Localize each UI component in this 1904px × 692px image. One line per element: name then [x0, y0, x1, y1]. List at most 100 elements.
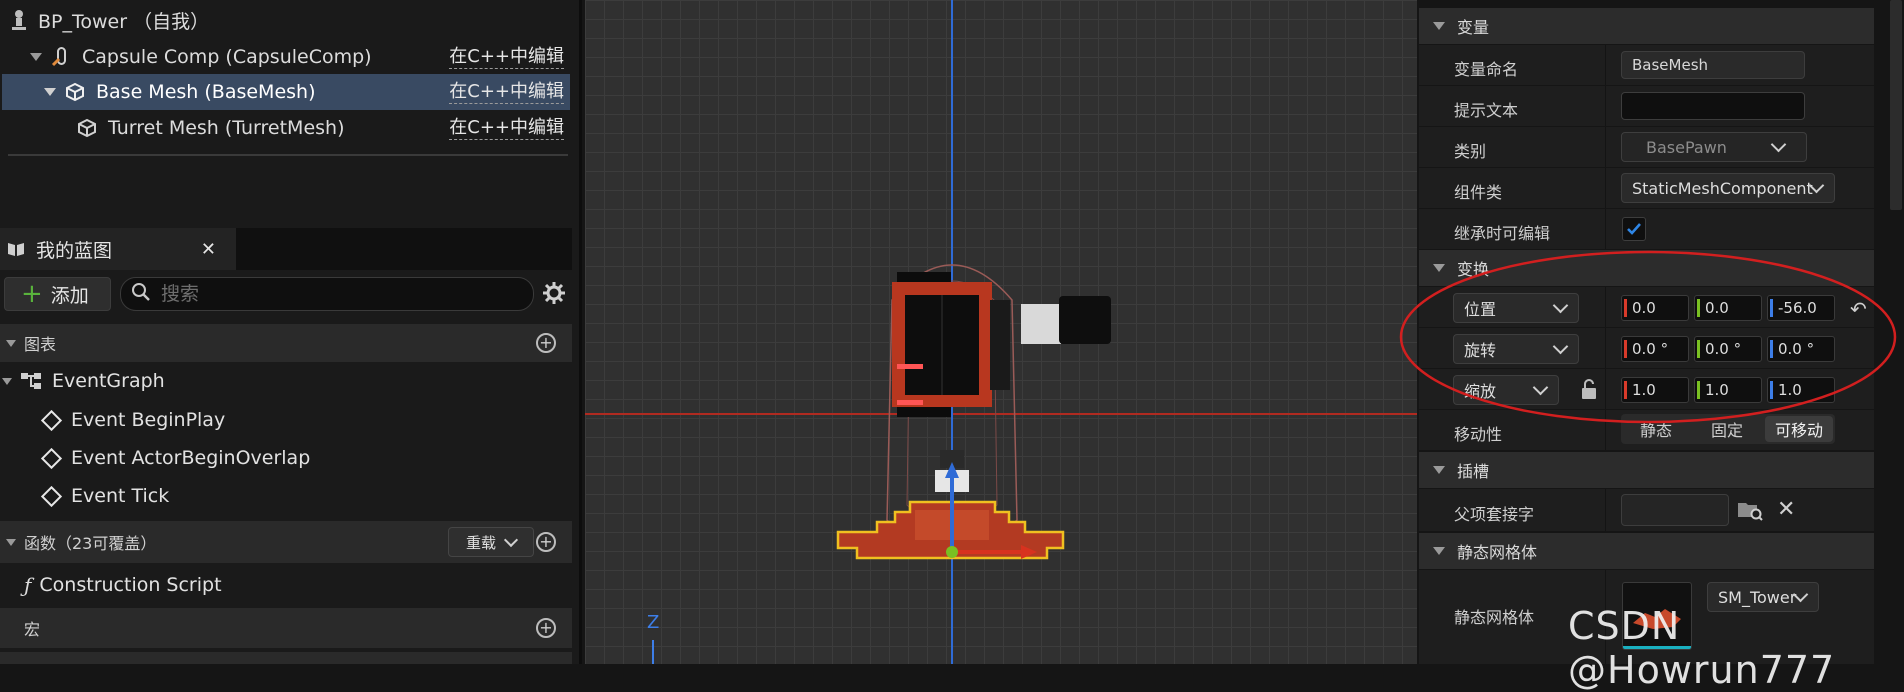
parent-socket-field[interactable]	[1621, 494, 1729, 526]
chevron-down-icon[interactable]	[30, 53, 42, 61]
add-button[interactable]: + 添加	[4, 277, 111, 311]
barrel	[1059, 296, 1111, 344]
variable-name-field[interactable]: BaseMesh	[1621, 51, 1805, 79]
edit-in-cpp-link[interactable]: 在C++中编辑	[449, 46, 564, 69]
left-column: BP_Tower （自我） Capsule Comp (CapsuleComp)…	[0, 0, 582, 664]
chevron-down-icon[interactable]	[2, 377, 12, 385]
actor-icon	[10, 9, 28, 31]
row-parent-socket: 父项套接字 ✕	[1419, 489, 1874, 532]
section-label: 宏	[24, 620, 41, 639]
edit-in-cpp-link[interactable]: 在C++中编辑	[449, 117, 564, 140]
list-item-event-tick[interactable]: Event Tick	[0, 477, 572, 515]
root-label: BP_Tower （自我）	[38, 10, 210, 33]
property-label: 变量命名	[1454, 60, 1519, 79]
section-label: 静态网格体	[1457, 543, 1538, 562]
gear-icon[interactable]	[542, 281, 566, 309]
my-blueprint-tabbar: 我的蓝图 ✕	[0, 228, 572, 270]
add-function-icon[interactable]: +	[536, 532, 556, 552]
viewport-scene	[585, 0, 1417, 664]
tree-row-turretmesh[interactable]: Turret Mesh (TurretMesh) 在C++中编辑	[0, 110, 572, 146]
book-icon	[6, 240, 26, 258]
row-tooltip: 提示文本	[1419, 86, 1874, 127]
property-label: 提示文本	[1454, 101, 1519, 120]
search-box[interactable]	[120, 277, 534, 311]
editable-inherit-checkbox[interactable]	[1622, 217, 1646, 241]
close-icon[interactable]: ✕	[201, 239, 216, 260]
tree-row-root[interactable]: BP_Tower （自我）	[0, 2, 572, 38]
list-item-label: EventGraph	[52, 370, 165, 392]
axis-indicator-line	[652, 640, 654, 664]
search-input[interactable]	[159, 282, 523, 306]
chevron-down-icon	[1433, 547, 1445, 555]
event-icon	[40, 409, 63, 431]
property-label: 继承时可编辑	[1454, 224, 1551, 243]
static-mesh-icon	[64, 81, 86, 103]
list-item-label: Event ActorBeginOverlap	[71, 447, 311, 469]
add-label: 添加	[50, 284, 89, 307]
list-item-label: Event BeginPlay	[71, 409, 226, 431]
component-class-dropdown[interactable]: StaticMeshComponent	[1621, 173, 1835, 203]
turret-light	[897, 364, 923, 369]
tooltip-field[interactable]	[1621, 92, 1805, 120]
checkmark-icon	[1627, 223, 1641, 235]
tree-item-label: Turret Mesh (TurretMesh)	[108, 117, 345, 139]
event-graph-icon	[20, 371, 42, 391]
component-class-value: StaticMeshComponent	[1632, 178, 1813, 198]
chevron-down-icon	[6, 538, 16, 546]
row-component-class: 组件类 StaticMeshComponent	[1419, 168, 1874, 209]
tree-row-basemesh[interactable]: Base Mesh (BaseMesh) 在C++中编辑	[2, 74, 570, 110]
property-label: 组件类	[1454, 183, 1503, 202]
add-graph-icon[interactable]: +	[536, 333, 556, 353]
my-blueprint-toolbar: + 添加	[0, 270, 572, 316]
section-label: 插槽	[1457, 462, 1490, 481]
list-item-event-beginplay[interactable]: Event BeginPlay	[0, 401, 572, 439]
section-macros[interactable]: 宏 +	[0, 608, 572, 648]
chevron-down-icon[interactable]	[44, 88, 56, 96]
override-dropdown[interactable]: 重载	[448, 527, 534, 557]
list-item-label: Construction Script	[39, 574, 222, 596]
list-item-construction-script[interactable]: ƒ Construction Script	[0, 566, 572, 604]
row-variable-name: 变量命名 BaseMesh	[1419, 45, 1874, 86]
gizmo-origin	[946, 546, 958, 558]
plus-icon: +	[21, 279, 43, 309]
section-functions[interactable]: 函数（23可覆盖） 重载 +	[0, 521, 572, 563]
list-item-eventgraph[interactable]: EventGraph	[0, 362, 572, 400]
function-icon: ƒ	[24, 573, 32, 597]
scroll-thumb[interactable]	[1890, 0, 1902, 210]
viewport[interactable]: Z	[585, 0, 1417, 664]
section-next	[0, 652, 572, 664]
section-label: 变量	[1457, 18, 1490, 37]
tree-divider	[8, 154, 568, 156]
tree-item-label: Capsule Comp (CapsuleComp)	[82, 46, 372, 68]
tree-row-capsule[interactable]: Capsule Comp (CapsuleComp) 在C++中编辑	[0, 39, 572, 75]
edit-in-cpp-link[interactable]: 在C++中编辑	[449, 81, 564, 104]
chevron-down-icon	[1433, 22, 1445, 30]
axis-indicator-label: Z	[647, 612, 660, 633]
section-sockets[interactable]: 插槽	[1419, 452, 1874, 488]
property-label: 父项套接字	[1454, 505, 1535, 524]
chevron-down-icon	[1433, 466, 1445, 474]
section-graphs[interactable]: 图表 +	[0, 324, 572, 362]
list-item-label: Event Tick	[71, 485, 170, 507]
capsule-icon	[50, 46, 72, 68]
chevron-down-icon	[1770, 136, 1787, 153]
chevron-down-icon	[6, 339, 16, 347]
chevron-down-icon	[503, 532, 519, 547]
event-icon	[40, 485, 63, 507]
clear-icon[interactable]: ✕	[1777, 497, 1795, 522]
static-mesh-icon	[76, 117, 98, 139]
list-item-event-beginoverlap[interactable]: Event ActorBeginOverlap	[0, 439, 572, 477]
tab-my-blueprint[interactable]: 我的蓝图 ✕	[0, 228, 236, 270]
tree-item-label: Base Mesh (BaseMesh)	[96, 81, 316, 103]
section-variable[interactable]: 变量	[1419, 8, 1874, 44]
section-label: 图表	[24, 335, 57, 354]
browse-folder-icon[interactable]	[1737, 499, 1763, 525]
property-label: 类别	[1454, 142, 1487, 161]
search-icon	[131, 282, 151, 306]
add-macro-icon[interactable]: +	[536, 618, 556, 638]
category-value: BasePawn	[1646, 137, 1727, 157]
property-label: 静态网格体	[1454, 608, 1535, 627]
section-label: 函数（23可覆盖）	[24, 534, 157, 553]
category-dropdown[interactable]: BasePawn	[1621, 132, 1807, 162]
section-static-mesh[interactable]: 静态网格体	[1419, 533, 1874, 569]
